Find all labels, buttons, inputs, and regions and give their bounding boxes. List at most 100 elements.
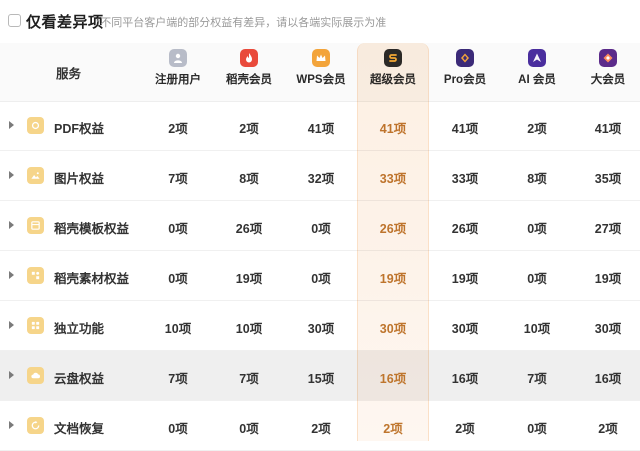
image-folder-icon <box>27 167 44 184</box>
restore-folder-icon <box>27 417 44 434</box>
benefit-count-cell: 0项 <box>239 422 259 436</box>
benefit-count-cell: 35项 <box>594 172 622 186</box>
column-name: Pro会员 <box>443 74 487 86</box>
benefit-count-cell: 27项 <box>594 222 622 236</box>
benefit-count-cell: 0项 <box>168 272 188 286</box>
benefit-count-cell: 19项 <box>451 272 479 286</box>
user-icon <box>169 49 187 67</box>
expand-caret-icon[interactable] <box>9 371 14 379</box>
docer-flame-icon <box>240 49 258 67</box>
platform-hint: *不同平台客户端的部分权益有差异，请以各端实际展示为准 <box>96 17 387 29</box>
cloud-folder-icon <box>27 367 44 384</box>
table-row[interactable]: 云盘权益 7项 7项 15项 16项 16项 7项 16项 <box>0 351 640 401</box>
material-folder-icon <box>27 267 44 284</box>
benefit-count-cell: 8项 <box>527 172 547 186</box>
row-label: 云盘权益 <box>54 372 105 386</box>
filter-bar: 仅看差异项 *不同平台客户端的部分权益有差异，请以各端实际展示为准 <box>0 0 640 40</box>
benefit-count-cell: 30项 <box>307 322 335 336</box>
benefit-count-cell: 33项 <box>379 172 407 186</box>
benefit-count-cell: 10项 <box>523 322 551 336</box>
pro-icon <box>456 49 474 67</box>
benefit-count-cell: 0项 <box>168 422 188 436</box>
benefit-count-cell: 41项 <box>379 122 407 136</box>
benefit-count-cell: 2项 <box>598 422 618 436</box>
benefit-count-cell: 0项 <box>527 272 547 286</box>
diff-only-checkbox[interactable] <box>8 14 21 27</box>
row-label: 独立功能 <box>54 322 105 336</box>
benefit-count-cell: 7项 <box>239 372 259 386</box>
grid-folder-icon <box>27 317 44 334</box>
row-label: 文档恢复 <box>54 422 105 436</box>
benefit-count-cell: 30项 <box>451 322 479 336</box>
benefit-count-cell: 2项 <box>383 422 403 436</box>
benefit-count-cell: 26项 <box>379 222 407 236</box>
benefit-count-cell: 30项 <box>594 322 622 336</box>
table-row[interactable]: 文档恢复 0项 0项 2项 2项 2项 0项 2项 <box>0 401 640 451</box>
column-header-7: 大会员 <box>572 49 640 87</box>
benefit-count-cell: 41项 <box>451 122 479 136</box>
column-name: WPS会员 <box>296 74 346 86</box>
benefit-count-cell: 2项 <box>527 122 547 136</box>
benefit-count-cell: 0项 <box>527 222 547 236</box>
column-header-6: AI 会员 <box>501 49 573 87</box>
column-name: AI 会员 <box>518 74 556 86</box>
column-name: 大会员 <box>590 74 626 86</box>
column-name: 超级会员 <box>370 74 416 86</box>
expand-caret-icon[interactable] <box>9 121 14 129</box>
row-label: 稻壳素材权益 <box>54 272 130 286</box>
expand-caret-icon[interactable] <box>9 321 14 329</box>
benefit-count-cell: 7项 <box>168 172 188 186</box>
benefit-count-cell: 7项 <box>527 372 547 386</box>
table-row[interactable]: 独立功能 10项 10项 30项 30项 30项 10项 30项 <box>0 301 640 351</box>
table-row[interactable]: PDF权益 2项 2项 41项 41项 41项 2项 41项 <box>0 101 640 151</box>
expand-caret-icon[interactable] <box>9 221 14 229</box>
benefit-count-cell: 15项 <box>307 372 335 386</box>
benefit-count-cell: 16项 <box>451 372 479 386</box>
row-label: 图片权益 <box>54 172 105 186</box>
template-folder-icon <box>27 217 44 234</box>
benefit-count-cell: 2项 <box>168 122 188 136</box>
benefit-count-cell: 26项 <box>451 222 479 236</box>
expand-caret-icon[interactable] <box>9 171 14 179</box>
benefit-count-cell: 2项 <box>311 422 331 436</box>
benefit-count-cell: 30项 <box>379 322 407 336</box>
benefit-count-cell: 0项 <box>311 272 331 286</box>
benefit-count-cell: 0项 <box>168 222 188 236</box>
column-name: 注册用户 <box>155 74 201 86</box>
column-header-2: 稻壳会员 <box>213 49 285 87</box>
benefit-count-cell: 16项 <box>594 372 622 386</box>
super-s-icon <box>384 49 402 67</box>
column-header-1: 注册用户 <box>142 49 214 87</box>
column-header-5: Pro会员 <box>429 49 501 87</box>
big-member-icon <box>599 49 617 67</box>
diff-only-label[interactable]: 仅看差异项 <box>26 11 104 32</box>
benefit-count-cell: 10项 <box>164 322 192 336</box>
benefit-count-cell: 41项 <box>594 122 622 136</box>
benefit-count-cell: 19项 <box>379 272 407 286</box>
benefit-count-cell: 19项 <box>235 272 263 286</box>
pdf-folder-icon <box>27 117 44 134</box>
column-name: 稻壳会员 <box>226 74 272 86</box>
benefit-count-cell: 33项 <box>451 172 479 186</box>
column-header-3: WPS会员 <box>285 49 357 87</box>
table-row[interactable]: 图片权益 7项 8项 32项 33项 33项 8项 35项 <box>0 151 640 201</box>
table-row[interactable]: 稻壳素材权益 0项 19项 0项 19项 19项 0项 19项 <box>0 251 640 301</box>
benefit-count-cell: 32项 <box>307 172 335 186</box>
column-header-4: 超级会员 <box>357 49 429 87</box>
row-label: 稻壳模板权益 <box>54 222 130 236</box>
crown-icon <box>312 49 330 67</box>
benefit-count-cell: 2项 <box>239 122 259 136</box>
benefit-count-cell: 0项 <box>311 222 331 236</box>
benefit-count-cell: 16项 <box>379 372 407 386</box>
expand-caret-icon[interactable] <box>9 271 14 279</box>
expand-caret-icon[interactable] <box>9 421 14 429</box>
benefit-count-cell: 19项 <box>594 272 622 286</box>
benefit-count-cell: 7项 <box>168 372 188 386</box>
row-label: PDF权益 <box>54 122 105 136</box>
table-row[interactable]: 稻壳模板权益 0项 26项 0项 26项 26项 0项 27项 <box>0 201 640 251</box>
benefit-count-cell: 2项 <box>455 422 475 436</box>
benefit-count-cell: 41项 <box>307 122 335 136</box>
benefit-count-cell: 26项 <box>235 222 263 236</box>
ai-icon <box>528 49 546 67</box>
benefit-count-cell: 8项 <box>239 172 259 186</box>
